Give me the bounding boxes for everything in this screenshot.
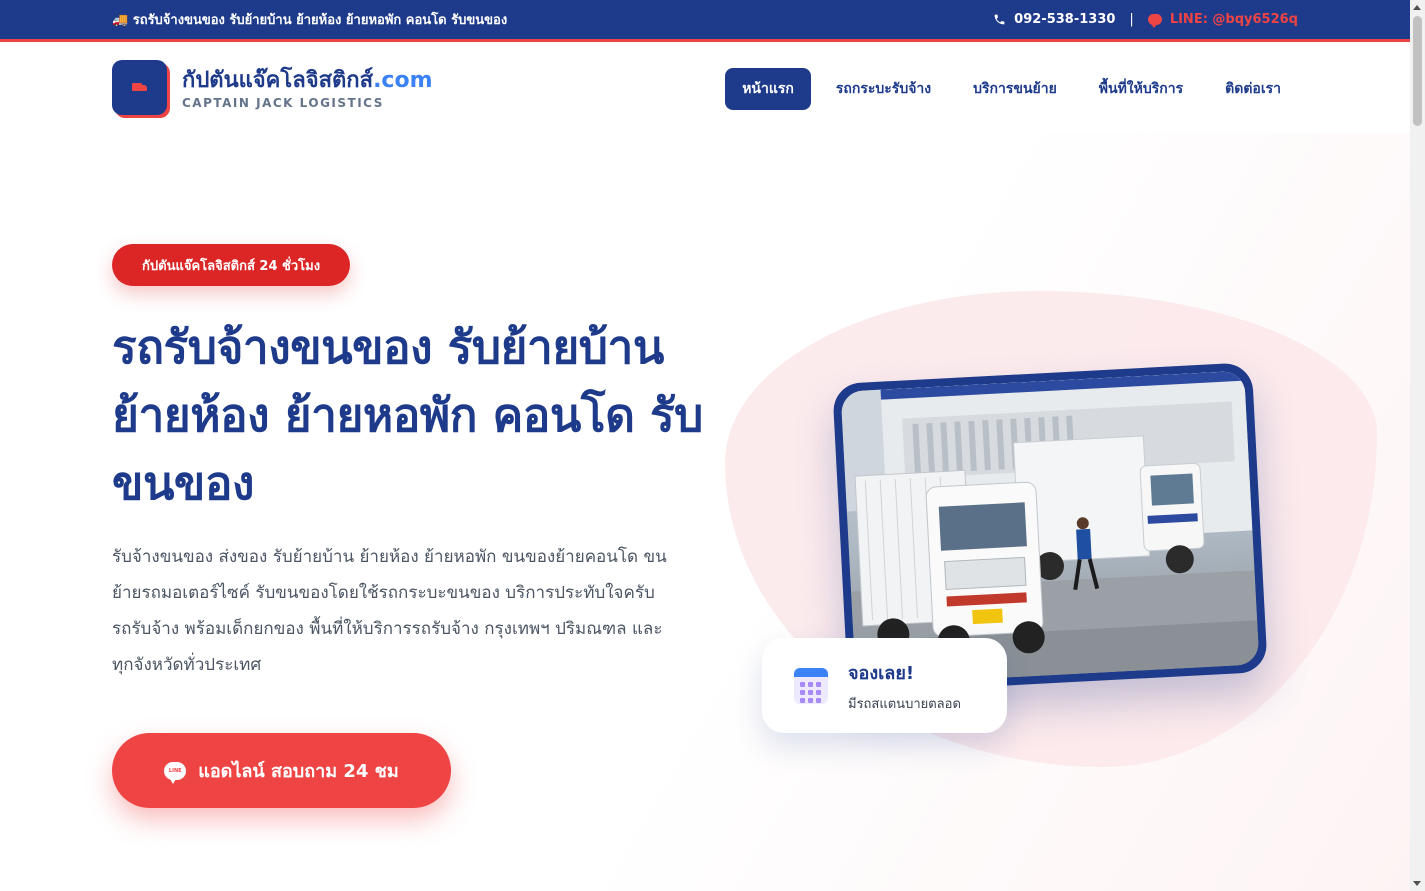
brand-domain: .com [373,68,433,93]
scroll-thumb[interactable] [1413,16,1422,126]
phone-icon [994,14,1005,25]
calendar-icon [794,667,828,704]
phone-number: 092-538-1330 [1014,12,1116,27]
line-id: LINE: @bqy6526q [1169,12,1298,27]
scrollbar[interactable] [1410,0,1425,891]
nav-item-service-area[interactable]: พื้นที่ให้บริการ [1082,68,1200,110]
line-link[interactable]: LINE: @bqy6526q [1147,12,1298,28]
tagline-text: 🚚 รถรับจ้างขนของ รับย้ายบ้าน ย้ายห้อง ย้… [112,13,508,28]
logo-text: กัปตันแจ๊คโลจิสติกส์.com CAPTAIN JACK LO… [182,68,433,110]
cta-label: แอดไลน์ สอบถาม 24 ชม [198,761,399,782]
top-info-bar: 🚚 รถรับจ้างขนของ รับย้ายบ้าน ย้ายห้อง ย้… [0,0,1410,42]
main-navbar: กัปตันแจ๊คโลจิสติกส์.com CAPTAIN JACK LO… [0,45,1410,133]
booking-text: จองเลย! มีรถสแตนบายตลอด [848,658,961,714]
truck-icon [131,82,148,93]
separator: | [1129,12,1134,27]
logo[interactable]: กัปตันแจ๊คโลจิสติกส์.com CAPTAIN JACK LO… [112,60,433,118]
brand-subtitle: CAPTAIN JACK LOGISTICS [182,96,384,110]
contact-info: 092-538-1330 | LINE: @bqy6526q [993,12,1298,28]
nav-item-pickup-rental[interactable]: รถกระบะรับจ้าง [819,68,948,110]
logo-badge [112,60,170,118]
add-line-button[interactable]: LINE แอดไลน์ สอบถาม 24 ชม [112,733,451,808]
chat-bubble-icon [1147,14,1162,28]
nav-menu: หน้าแรก รถกระบะรับจ้าง บริการขนย้าย พื้น… [725,68,1298,110]
booking-title: จองเลย! [848,662,915,684]
hero-headline: รถรับจ้างขนของ รับย้ายบ้าน ย้ายห้อง ย้าย… [112,320,703,510]
hero-badge: กัปตันแจ๊คโลจิสติกส์ 24 ชั่วโมง [112,244,351,286]
line-icon: LINE [164,761,187,784]
brand-name: กัปตันแจ๊คโลจิสติกส์.com [182,68,433,93]
scroll-down-arrow-icon[interactable] [1413,881,1421,886]
hero-description: รับจ้างขนของ ส่งของ รับย้ายบ้าน ย้ายห้อง… [112,547,667,675]
booking-card[interactable]: จองเลย! มีรถสแตนบายตลอด [762,638,1007,733]
scroll-up-arrow-icon[interactable] [1413,5,1421,10]
booking-subtitle: มีรถสแตนบายตลอด [848,696,961,712]
nav-item-home[interactable]: หน้าแรก [725,68,811,110]
phone-link[interactable]: 092-538-1330 [993,12,1115,27]
nav-item-moving-service[interactable]: บริการขนย้าย [956,68,1074,110]
tagline: 🚚 รถรับจ้างขนของ รับย้ายบ้าน ย้ายห้อง ย้… [112,9,507,30]
hero-section: กัปตันแจ๊คโลจิสติกส์ 24 ชั่วโมง รถรับจ้า… [0,133,1410,891]
nav-item-contact[interactable]: ติดต่อเรา [1208,68,1298,110]
